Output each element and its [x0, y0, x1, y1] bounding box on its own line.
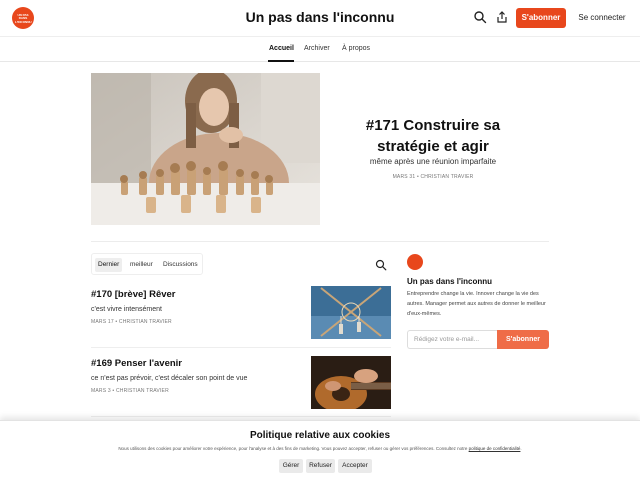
logo-text: UN PAS DANS L'INCONNU	[15, 13, 32, 24]
featured-post-title[interactable]: #171 Construire sa stratégie et agir	[340, 115, 526, 157]
post-thumbnail[interactable]	[311, 286, 391, 339]
section-divider	[91, 241, 549, 242]
active-tab-indicator	[268, 60, 294, 62]
sidebar-title: Un pas dans l'inconnu	[407, 277, 493, 286]
cookie-title: Politique relative aux cookies	[249, 430, 391, 441]
tab-accueil[interactable]: Accueil	[269, 45, 294, 52]
site-logo[interactable]: UN PAS DANS L'INCONNU	[12, 7, 34, 29]
cookie-refuse-button[interactable]: Refuser	[306, 459, 335, 473]
cookie-text-period: .	[520, 446, 522, 451]
featured-post-meta: MARS 31 • CHRISTIAN TRAVIER	[392, 174, 474, 180]
cookie-text: Nous utilisons des cookies pour améliore…	[118, 446, 468, 451]
sidebar-description: Entreprendre change la vie. Innover chan…	[407, 291, 546, 317]
feed-tabs: Dernier meilleur Discussions	[91, 253, 203, 275]
post-separator	[91, 416, 391, 417]
tab-a-propos[interactable]: À propos	[342, 45, 370, 52]
login-button[interactable]: Se connecter	[574, 8, 630, 28]
site-title[interactable]: Un pas dans l'inconnu	[246, 9, 395, 25]
tab-dernier[interactable]: Dernier	[95, 258, 123, 272]
share-icon[interactable]	[495, 10, 509, 24]
privacy-policy-link[interactable]: politique de confidentialité	[469, 446, 521, 451]
email-field[interactable]	[407, 330, 497, 349]
cookie-accept-button[interactable]: Accepter	[338, 459, 372, 473]
feed-search-icon[interactable]	[375, 259, 387, 271]
post-thumbnail[interactable]	[311, 356, 391, 409]
main-nav: Accueil Archiver À propos	[0, 36, 640, 62]
cookie-manage-button[interactable]: Gérer	[279, 459, 303, 473]
cookie-text-wrap: Nous utilisons des cookies pour améliore…	[0, 446, 640, 451]
cookie-banner: Politique relative aux cookies Nous util…	[0, 420, 640, 480]
featured-post-subtitle: même après une réunion imparfaite	[369, 157, 497, 166]
sidebar-logo	[407, 254, 423, 270]
sidebar-subscribe-button[interactable]: S'abonner	[497, 330, 549, 349]
featured-post-image[interactable]	[91, 73, 320, 225]
tab-archiver[interactable]: Archiver	[304, 45, 330, 52]
post-separator	[91, 347, 391, 348]
site-header: UN PAS DANS L'INCONNU Un pas dans l'inco…	[0, 0, 640, 36]
search-icon[interactable]	[473, 10, 487, 24]
subscribe-button[interactable]: S'abonner	[516, 8, 566, 28]
tab-meilleur[interactable]: meilleur	[127, 258, 156, 272]
tab-discussions[interactable]: Discussions	[160, 258, 201, 272]
